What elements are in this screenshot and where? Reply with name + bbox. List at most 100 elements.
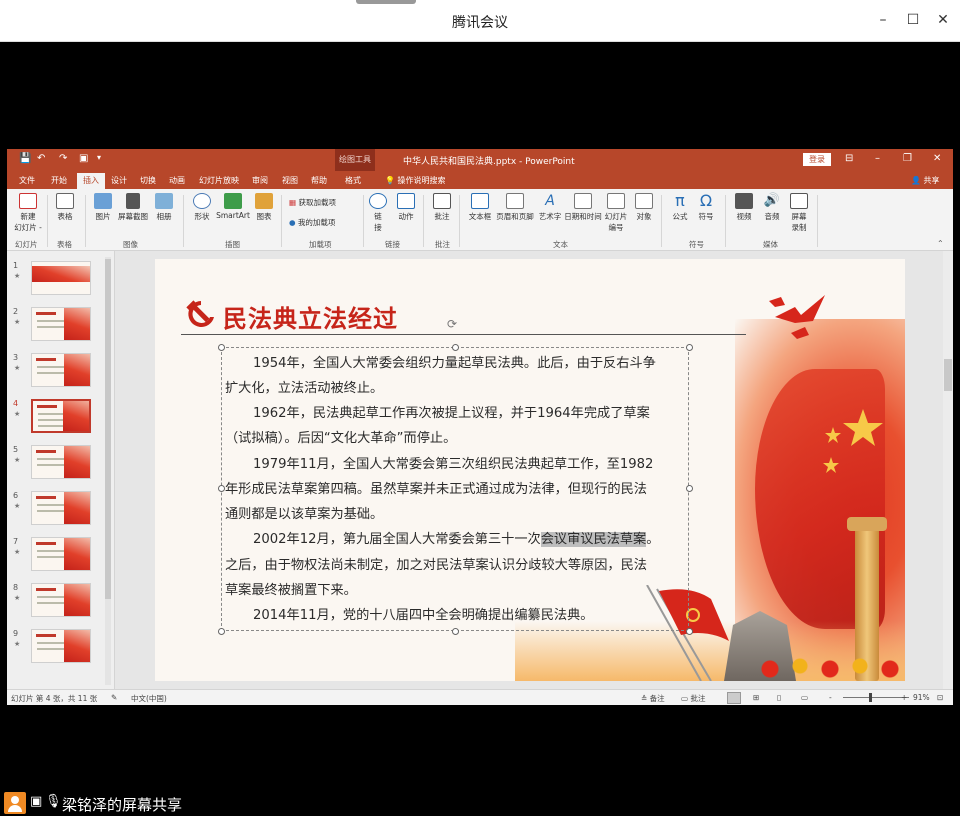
avatar bbox=[4, 792, 26, 814]
save-icon[interactable]: 💾 bbox=[19, 153, 31, 164]
ribbon-separator bbox=[661, 195, 662, 247]
slide-number-button[interactable]: 幻灯片 编号 bbox=[603, 193, 629, 233]
thumbnails-scrollbar[interactable] bbox=[105, 257, 111, 685]
normal-view-icon[interactable] bbox=[727, 692, 741, 704]
zoom-slider-thumb[interactable] bbox=[869, 693, 872, 702]
slide-thumbnail[interactable] bbox=[31, 353, 91, 387]
comment-button[interactable]: 批注 bbox=[431, 193, 453, 222]
tab-help[interactable]: 帮助 bbox=[311, 175, 327, 186]
tab-transitions[interactable]: 切换 bbox=[140, 175, 156, 186]
tell-me-search[interactable]: 💡 操作说明搜索 bbox=[385, 175, 446, 186]
present-icon[interactable]: ▣ bbox=[79, 153, 88, 164]
link-button[interactable]: 链 接 bbox=[369, 193, 387, 233]
date-time-button[interactable]: 日期和时间 bbox=[563, 193, 603, 222]
zoom-out-button[interactable]: - bbox=[829, 693, 832, 702]
close-button[interactable]: ✕ bbox=[934, 11, 952, 29]
ribbon-separator bbox=[817, 195, 818, 247]
action-button[interactable]: 动作 bbox=[395, 193, 417, 222]
zoom-slider[interactable] bbox=[843, 697, 909, 698]
fit-slide-icon[interactable]: ⊡ bbox=[937, 693, 943, 702]
zoom-level[interactable]: 91% bbox=[913, 693, 930, 702]
slide-sorter-icon[interactable]: ⊞ bbox=[753, 693, 759, 702]
slide-thumbnail[interactable] bbox=[31, 261, 91, 295]
slide-thumbnail[interactable] bbox=[31, 537, 91, 571]
get-addins-button[interactable]: ▦ 获取加载项 bbox=[289, 197, 351, 208]
resize-handle[interactable] bbox=[218, 485, 225, 492]
login-button[interactable]: 登录 bbox=[803, 153, 831, 166]
ppt-minimize-button[interactable]: – bbox=[875, 153, 880, 164]
minimize-button[interactable]: – bbox=[874, 11, 892, 29]
equation-label: 公式 bbox=[672, 212, 688, 221]
scrollbar-thumb[interactable] bbox=[105, 259, 111, 599]
ppt-restore-button[interactable]: ❐ bbox=[903, 153, 912, 164]
header-footer-button[interactable]: 页眉和页脚 bbox=[493, 193, 537, 222]
symbol-button[interactable]: Ω 符号 bbox=[695, 193, 717, 222]
shapes-button[interactable]: 形状 bbox=[191, 193, 213, 222]
new-slide-button[interactable]: 新建 幻灯片 - bbox=[13, 193, 43, 233]
table-button[interactable]: 表格 bbox=[53, 193, 77, 222]
video-button[interactable]: 视频 bbox=[733, 193, 755, 222]
share-button[interactable]: 👤 共享 bbox=[911, 175, 940, 186]
slide-thumbnail[interactable] bbox=[31, 445, 91, 479]
equation-button[interactable]: π 公式 bbox=[669, 193, 691, 222]
picture-label: 图片 bbox=[95, 212, 111, 221]
chart-button[interactable]: 图表 bbox=[253, 193, 275, 222]
tab-home[interactable]: 开始 bbox=[51, 175, 67, 186]
tab-animations[interactable]: 动画 bbox=[169, 175, 185, 186]
slide-thumbnail[interactable] bbox=[31, 629, 91, 663]
drag-handle[interactable] bbox=[356, 0, 416, 4]
tell-me-label: 操作说明搜索 bbox=[397, 176, 446, 185]
slide-canvas[interactable]: 民法典立法经过 ⟳ 1954年，全国人大常委会组织力量起草民法典。此后，由于反右… bbox=[155, 259, 905, 681]
redo-icon[interactable]: ↷ bbox=[59, 153, 67, 164]
ribbon-display-icon[interactable]: ⊟ bbox=[845, 153, 853, 164]
resize-handle[interactable] bbox=[452, 344, 459, 351]
textbox-button[interactable]: 文本框 bbox=[467, 193, 493, 222]
slide-thumbnail[interactable] bbox=[31, 583, 91, 617]
audio-button[interactable]: 🔊 音频 bbox=[761, 193, 783, 222]
slide-thumbnail[interactable] bbox=[31, 491, 91, 525]
undo-icon[interactable]: ↶ bbox=[37, 153, 45, 164]
notes-button[interactable]: ≙ 备注 bbox=[641, 693, 665, 704]
resize-handle[interactable] bbox=[686, 344, 693, 351]
resize-handle[interactable] bbox=[452, 628, 459, 635]
album-button[interactable]: 相册 bbox=[153, 193, 175, 222]
microphone-icon[interactable]: 🎙 bbox=[45, 794, 62, 809]
resize-handle[interactable] bbox=[686, 628, 693, 635]
comments-button[interactable]: ▭ 批注 bbox=[681, 693, 705, 704]
ppt-close-button[interactable]: ✕ bbox=[933, 153, 941, 164]
customize-qat-icon[interactable]: ▾ bbox=[97, 153, 101, 162]
tab-file[interactable]: 文件 bbox=[19, 175, 35, 186]
header-footer-icon bbox=[506, 193, 524, 209]
object-button[interactable]: 对象 bbox=[633, 193, 655, 222]
resize-handle[interactable] bbox=[218, 344, 225, 351]
selected-text[interactable]: 会议审议民法草案 bbox=[540, 532, 647, 547]
scrollbar-thumb[interactable] bbox=[944, 359, 952, 391]
resize-handle[interactable] bbox=[218, 628, 225, 635]
slide-title[interactable]: 民法典立法经过 bbox=[223, 299, 398, 334]
screen-record-button[interactable]: 屏幕 录制 bbox=[787, 193, 811, 233]
collapse-ribbon-icon[interactable]: ⌃ bbox=[937, 239, 944, 248]
tab-format[interactable]: 格式 bbox=[345, 175, 361, 186]
spellcheck-icon[interactable]: ✎ bbox=[111, 693, 117, 702]
tab-review[interactable]: 审阅 bbox=[252, 175, 268, 186]
screenshot-button[interactable]: 屏幕截图 bbox=[115, 193, 151, 222]
shapes-label: 形状 bbox=[194, 212, 210, 221]
animation-star-icon: ★ bbox=[14, 502, 21, 510]
slide-thumbnail-active[interactable] bbox=[31, 399, 91, 433]
slide-thumbnail[interactable] bbox=[31, 307, 91, 341]
maximize-button[interactable]: ☐ bbox=[904, 11, 922, 29]
tab-design[interactable]: 设计 bbox=[111, 175, 127, 186]
language-indicator[interactable]: 中文(中国) bbox=[131, 693, 167, 704]
rotate-handle-icon[interactable]: ⟳ bbox=[447, 317, 457, 331]
smartart-button[interactable]: SmartArt bbox=[215, 193, 251, 220]
reading-view-icon[interactable]: ▯ bbox=[777, 693, 781, 702]
tab-slideshow[interactable]: 幻灯片放映 bbox=[199, 175, 239, 186]
zoom-in-button[interactable]: + bbox=[901, 693, 907, 702]
tab-view[interactable]: 视图 bbox=[282, 175, 298, 186]
picture-button[interactable]: 图片 bbox=[91, 193, 115, 222]
my-addins-button[interactable]: ● 我的加载项 bbox=[289, 217, 359, 228]
editor-scrollbar[interactable] bbox=[943, 251, 953, 689]
tab-insert[interactable]: 插入 bbox=[77, 173, 105, 189]
wordart-button[interactable]: A 艺术字 bbox=[537, 193, 563, 222]
slideshow-icon[interactable]: ▭ bbox=[801, 693, 808, 702]
